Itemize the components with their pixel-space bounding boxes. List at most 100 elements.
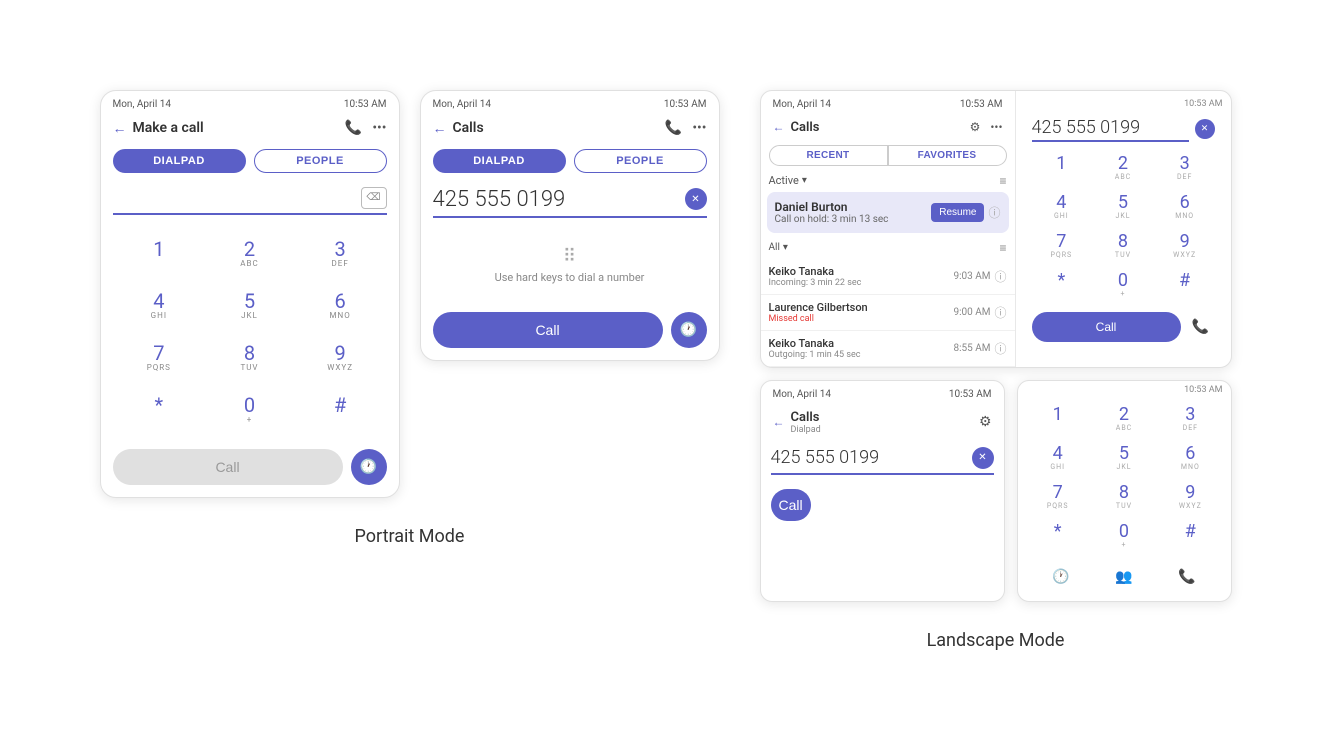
dp-key-hash[interactable]: #: [1155, 267, 1215, 304]
bottom-recent-icon[interactable]: 🕐: [1045, 561, 1077, 593]
back-icon-2[interactable]: ←: [433, 120, 447, 137]
filter-icon-1[interactable]: ≡: [999, 174, 1006, 188]
more-icon-2[interactable]: •••: [692, 120, 706, 136]
time-2: 10:53 AM: [664, 99, 707, 110]
dp-key-1[interactable]: 1: [1032, 150, 1092, 187]
number-input-1[interactable]: [113, 187, 361, 208]
active-caller-name: Daniel Burton: [775, 200, 889, 214]
dp-b-key-7[interactable]: 7PQRS: [1026, 479, 1090, 516]
dp-key-5[interactable]: 5JKL: [1093, 189, 1153, 226]
active-call-card: Daniel Burton Call on hold: 3 min 13 sec…: [767, 192, 1009, 233]
dp-key-8[interactable]: 8TUV: [1093, 228, 1153, 265]
filter-icon-2[interactable]: ≡: [999, 241, 1006, 255]
portrait-mockup-2: Mon, April 14 10:53 AM ← Calls 📞 ••• DIA…: [420, 90, 720, 361]
tab-favorites-1[interactable]: FAVORITES: [888, 145, 1007, 166]
key-7-1[interactable]: 7PQRS: [117, 335, 202, 381]
call-item-1: Keiko Tanaka Incoming: 3 min 22 sec 9:03…: [761, 259, 1015, 295]
dp-b-key-1[interactable]: 1: [1026, 401, 1090, 438]
dp-b-key-3[interactable]: 3DEF: [1158, 401, 1222, 438]
active-call-info: Daniel Burton Call on hold: 3 min 13 sec: [775, 200, 889, 225]
key-star-1[interactable]: *: [117, 387, 202, 433]
key-9-1[interactable]: 9WXYZ: [298, 335, 383, 381]
backspace-icon-1: ⌫: [366, 192, 380, 203]
clear-btn-2[interactable]: ✕: [685, 188, 707, 210]
dp-bottom-icons: 🕐 👥 📞: [1018, 557, 1231, 601]
number-input-container-1: ⌫: [113, 187, 387, 215]
dp-grid-bottom: 1 2ABC 3DEF 4GHI 5JKL 6MNO 7PQRS 8TUV 9W…: [1018, 395, 1231, 557]
small-clear-btn[interactable]: ✕: [972, 447, 994, 469]
small-call-btn[interactable]: Call: [771, 489, 811, 521]
dp-key-2[interactable]: 2ABC: [1093, 150, 1153, 187]
landscape-time-top: 10:53 AM: [1024, 95, 1223, 113]
info-1[interactable]: ⓘ: [994, 268, 1006, 285]
landscape-settings-1[interactable]: ⚙: [970, 120, 981, 134]
recent-calls-btn-2[interactable]: 🕐: [671, 312, 707, 348]
dp-key-star[interactable]: *: [1032, 267, 1092, 304]
small-calls-sublabel: Dialpad: [791, 425, 821, 435]
number-input-container-2: 425 555 0199 ✕: [433, 187, 707, 218]
all-label: All: [769, 242, 780, 253]
tab-bar-1: DIALPAD PEOPLE: [101, 143, 399, 179]
dp-number-top: 425 555 0199: [1032, 117, 1189, 142]
small-call-bar: Call: [761, 481, 1004, 533]
more-icon-1[interactable]: •••: [372, 120, 386, 136]
key-8-1[interactable]: 8TUV: [207, 335, 292, 381]
call-bar-2: Call 🕐: [421, 304, 719, 360]
tab-people-2[interactable]: PEOPLE: [574, 149, 707, 173]
dp-key-3[interactable]: 3DEF: [1155, 150, 1215, 187]
dp-b-key-2[interactable]: 2ABC: [1092, 401, 1156, 438]
key-1-1[interactable]: 1: [117, 231, 202, 277]
key-2-1[interactable]: 2ABC: [207, 231, 292, 277]
phone-transfer-icon-1[interactable]: 📞: [345, 120, 362, 136]
dp-key-4[interactable]: 4GHI: [1032, 189, 1092, 226]
small-settings[interactable]: ⚙: [979, 414, 992, 430]
phone-transfer-icon-2[interactable]: 📞: [665, 120, 682, 136]
hardkey-hint: ⠿ Use hard keys to dial a number: [421, 226, 719, 304]
info-2[interactable]: ⓘ: [994, 304, 1006, 321]
key-0-1[interactable]: 0+: [207, 387, 292, 433]
key-6-1[interactable]: 6MNO: [298, 283, 383, 329]
dp-key-9[interactable]: 9WXYZ: [1155, 228, 1215, 265]
back-icon-1[interactable]: ←: [113, 120, 127, 137]
detail-1: Incoming: 3 min 22 sec: [769, 278, 862, 288]
dp-b-key-hash[interactable]: #: [1158, 518, 1222, 555]
tab-dialpad-2[interactable]: DIALPAD: [433, 149, 566, 173]
call-button-2[interactable]: Call: [433, 312, 663, 348]
tab-people-1[interactable]: PEOPLE: [254, 149, 387, 173]
dp-b-key-8[interactable]: 8TUV: [1092, 479, 1156, 516]
dp-b-key-6[interactable]: 6MNO: [1158, 440, 1222, 477]
landscape-tab-bar-1: RECENT FAVORITES: [761, 141, 1015, 170]
dp-key-7[interactable]: 7PQRS: [1032, 228, 1092, 265]
dp-b-key-0[interactable]: 0+: [1092, 518, 1156, 555]
dp-number-row-top: 425 555 0199 ✕: [1024, 113, 1223, 146]
landscape-more-1[interactable]: •••: [990, 120, 1002, 134]
resume-button[interactable]: Resume: [931, 203, 984, 222]
dp-call-btn-top[interactable]: Call: [1032, 312, 1181, 342]
info-3[interactable]: ⓘ: [994, 340, 1006, 357]
dp-b-key-4[interactable]: 4GHI: [1026, 440, 1090, 477]
key-5-1[interactable]: 5JKL: [207, 283, 292, 329]
key-hash-1[interactable]: #: [298, 387, 383, 433]
dp-key-0[interactable]: 0+: [1093, 267, 1153, 304]
call-button-1[interactable]: Call: [113, 449, 343, 485]
small-back[interactable]: ←: [773, 415, 785, 429]
time-call-3: 8:55 AM: [953, 343, 990, 354]
dp-phone-icon-top[interactable]: 📞: [1187, 313, 1215, 341]
active-info-icon[interactable]: ⓘ: [988, 204, 1000, 221]
bottom-contacts-icon[interactable]: 👥: [1108, 561, 1140, 593]
bottom-phone-icon[interactable]: 📞: [1171, 561, 1203, 593]
dp-b-key-5[interactable]: 5JKL: [1092, 440, 1156, 477]
landscape-back-1[interactable]: ←: [773, 120, 785, 134]
dp-key-6[interactable]: 6MNO: [1155, 189, 1215, 226]
key-3-1[interactable]: 3DEF: [298, 231, 383, 277]
dp-clear-top[interactable]: ✕: [1195, 119, 1215, 139]
dp-b-key-9[interactable]: 9WXYZ: [1158, 479, 1222, 516]
dp-b-key-star[interactable]: *: [1026, 518, 1090, 555]
key-4-1[interactable]: 4GHI: [117, 283, 202, 329]
tab-dialpad-1[interactable]: DIALPAD: [113, 149, 246, 173]
clear-btn-1[interactable]: ⌫: [361, 187, 387, 209]
small-number-display: 425 555 0199: [771, 447, 972, 468]
all-chevron: ▾: [783, 242, 788, 253]
recent-calls-btn-1[interactable]: 🕐: [351, 449, 387, 485]
tab-recent-1[interactable]: RECENT: [769, 145, 888, 166]
